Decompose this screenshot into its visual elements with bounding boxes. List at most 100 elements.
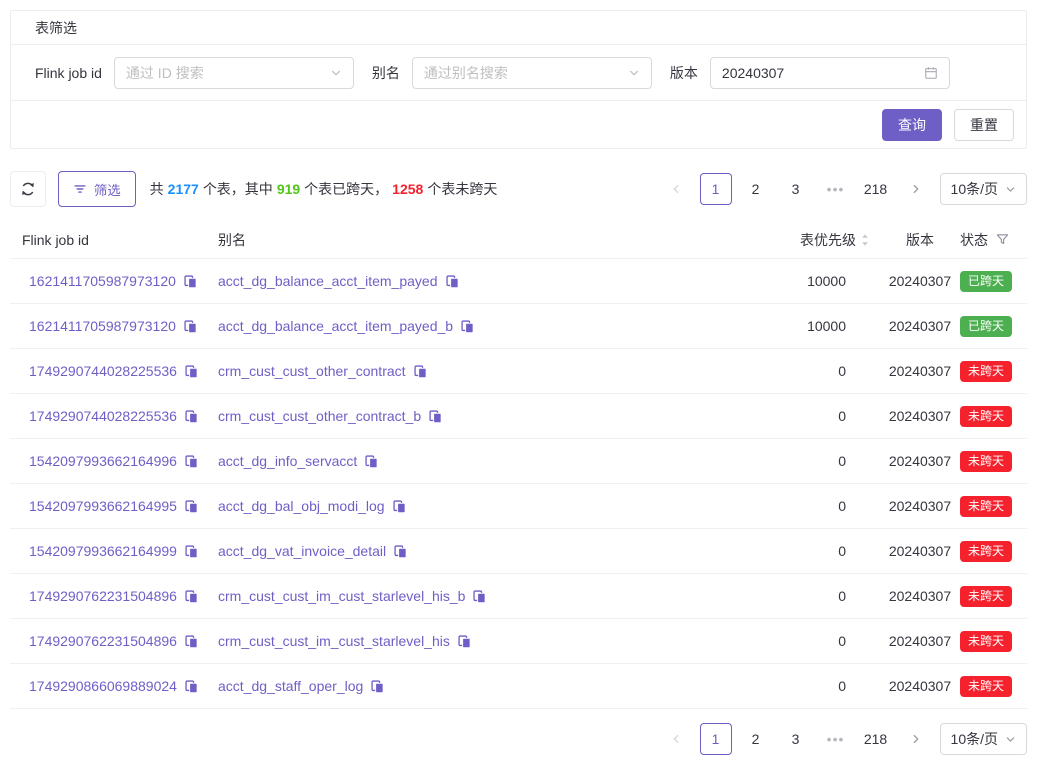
status-cell: 未跨天: [960, 496, 1027, 517]
copy-icon[interactable]: [457, 634, 472, 649]
table-row: 1749290762231504896 crm_cust_cust_im_cus…: [10, 619, 1027, 664]
job-id-link[interactable]: 1542097993662164995: [29, 498, 177, 514]
alias-select[interactable]: [412, 57, 652, 89]
job-id-link[interactable]: 1749290744028225536: [29, 363, 177, 379]
copy-icon[interactable]: [370, 679, 385, 694]
pagination-page-last[interactable]: 218: [860, 723, 892, 755]
pagination-page-2[interactable]: 2: [740, 173, 772, 205]
alias-link[interactable]: crm_cust_cust_im_cust_starlevel_his: [218, 633, 450, 649]
priority-cell: 0: [720, 363, 880, 379]
copy-icon[interactable]: [413, 364, 428, 379]
page-size-select[interactable]: 10条/页: [940, 173, 1027, 205]
alias-link[interactable]: acct_dg_staff_oper_log: [218, 678, 363, 694]
job-id-cell: 1542097993662164996: [10, 453, 218, 469]
priority-cell: 0: [720, 678, 880, 694]
filter-actions: 查询 重置: [11, 101, 1026, 148]
table-row: 1749290762231504896 crm_cust_cust_im_cus…: [10, 574, 1027, 619]
pagination-ellipsis[interactable]: •••: [820, 173, 852, 205]
status-cell: 未跨天: [960, 451, 1027, 472]
calendar-icon: [924, 66, 938, 80]
alias-link[interactable]: acct_dg_bal_obj_modi_log: [218, 498, 385, 514]
refresh-button[interactable]: [10, 171, 46, 207]
copy-icon[interactable]: [460, 319, 475, 334]
copy-icon[interactable]: [184, 364, 199, 379]
copy-icon[interactable]: [184, 499, 199, 514]
pagination-page-1[interactable]: 1: [700, 723, 732, 755]
reset-button[interactable]: 重置: [954, 109, 1014, 141]
copy-icon[interactable]: [428, 409, 443, 424]
version-cell: 20240307: [880, 588, 960, 604]
copy-icon[interactable]: [184, 589, 199, 604]
copy-icon[interactable]: [472, 589, 487, 604]
alias-cell: crm_cust_cust_other_contract_b: [218, 408, 720, 424]
alias-link[interactable]: crm_cust_cust_im_cust_starlevel_his_b: [218, 588, 465, 604]
query-button[interactable]: 查询: [882, 109, 942, 141]
copy-icon[interactable]: [183, 319, 198, 334]
table-row: 1542097993662164995 acct_dg_bal_obj_modi…: [10, 484, 1027, 529]
funnel-icon[interactable]: [996, 233, 1009, 246]
job-id-link[interactable]: 1542097993662164999: [29, 543, 177, 559]
copy-icon[interactable]: [183, 274, 198, 289]
alias-link[interactable]: acct_dg_balance_acct_item_payed: [218, 273, 438, 289]
table-row: 1621411705987973120 acct_dg_balance_acct…: [10, 304, 1027, 349]
job-id-link[interactable]: 1749290744028225536: [29, 408, 177, 424]
job-id-cell: 1749290744028225536: [10, 363, 218, 379]
alias-input[interactable]: [424, 65, 620, 81]
copy-icon[interactable]: [184, 544, 199, 559]
header-status: 状态: [960, 230, 1027, 250]
table-row: 1542097993662164999 acct_dg_vat_invoice_…: [10, 529, 1027, 574]
copy-icon[interactable]: [364, 454, 379, 469]
job-id-link[interactable]: 1749290762231504896: [29, 588, 177, 604]
pagination-page-3[interactable]: 3: [780, 723, 812, 755]
pagination-page-last[interactable]: 218: [860, 173, 892, 205]
pagination-bar: 1 2 3 ••• 218 10条/页: [660, 173, 1027, 205]
pagination-ellipsis[interactable]: •••: [820, 723, 852, 755]
job-id-link[interactable]: 1749290762231504896: [29, 633, 177, 649]
pagination-prev-button[interactable]: [660, 723, 692, 755]
alias-link[interactable]: acct_dg_balance_acct_item_payed_b: [218, 318, 453, 334]
pagination-next-button[interactable]: [900, 723, 932, 755]
job-id-cell: 1621411705987973120: [10, 273, 218, 289]
header-version: 版本: [880, 230, 960, 250]
version-cell: 20240307: [880, 363, 960, 379]
version-input[interactable]: [722, 65, 916, 81]
sorter-icon[interactable]: [860, 232, 870, 248]
copy-icon[interactable]: [445, 274, 460, 289]
job-id-link[interactable]: 1749290866069889024: [29, 678, 177, 694]
job-id-link[interactable]: 1542097993662164996: [29, 453, 177, 469]
chevron-down-icon: [330, 67, 342, 79]
alias-link[interactable]: crm_cust_cust_other_contract_b: [218, 408, 421, 424]
copy-icon[interactable]: [393, 544, 408, 559]
table-row: 1621411705987973120 acct_dg_balance_acct…: [10, 259, 1027, 304]
job-id-input[interactable]: [126, 65, 322, 81]
job-id-select[interactable]: [114, 57, 354, 89]
priority-cell: 0: [720, 543, 880, 559]
copy-icon[interactable]: [184, 454, 199, 469]
chevron-down-icon: [628, 67, 640, 79]
copy-icon[interactable]: [392, 499, 407, 514]
version-date-picker[interactable]: [710, 57, 950, 89]
priority-cell: 0: [720, 408, 880, 424]
version-cell: 20240307: [880, 273, 960, 289]
page-size-select[interactable]: 10条/页: [940, 723, 1027, 755]
filter-toggle-button[interactable]: 筛选: [58, 171, 136, 207]
pagination-page-3[interactable]: 3: [780, 173, 812, 205]
copy-icon[interactable]: [184, 634, 199, 649]
status-cell: 未跨天: [960, 541, 1027, 562]
job-id-link[interactable]: 1621411705987973120: [29, 273, 176, 289]
pagination-next-button[interactable]: [900, 173, 932, 205]
pagination-page-2[interactable]: 2: [740, 723, 772, 755]
alias-link[interactable]: acct_dg_info_servacct: [218, 453, 357, 469]
filter-card-title: 表筛选: [11, 11, 1026, 45]
alias-link[interactable]: acct_dg_vat_invoice_detail: [218, 543, 386, 559]
copy-icon[interactable]: [184, 409, 199, 424]
job-id-link[interactable]: 1621411705987973120: [29, 318, 176, 334]
status-badge: 已跨天: [960, 316, 1012, 337]
pagination-page-1[interactable]: 1: [700, 173, 732, 205]
alias-cell: crm_cust_cust_im_cust_starlevel_his_b: [218, 588, 720, 604]
alias-link[interactable]: crm_cust_cust_other_contract: [218, 363, 406, 379]
version-cell: 20240307: [880, 633, 960, 649]
pagination-prev-button[interactable]: [660, 173, 692, 205]
job-id-label: Flink job id: [35, 65, 102, 81]
copy-icon[interactable]: [184, 679, 199, 694]
